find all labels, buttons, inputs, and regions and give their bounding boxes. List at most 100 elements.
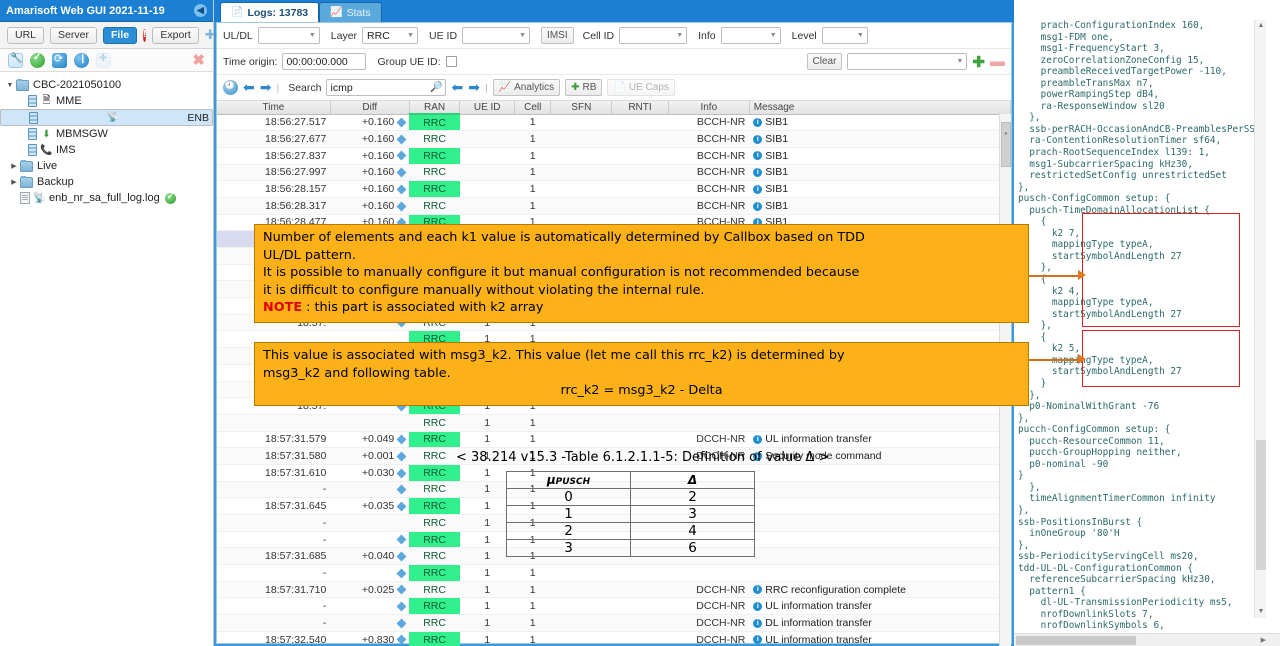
refresh-icon[interactable] [52,52,67,68]
table-row[interactable]: 18:56:27.517 +0.160 RRC 1 BCCH-NR i SIB1 [217,114,1011,132]
wrench-icon[interactable] [8,52,23,68]
table-row[interactable]: -RRC11DCCH-NRiDL information transfer [217,614,1011,632]
url-button[interactable]: URL [7,26,45,44]
search-prev-icon[interactable]: ⬅ [451,79,463,96]
scrollbar-thumb[interactable] [1001,122,1011,167]
col-message[interactable]: Message [749,101,1011,115]
config-tree: ▼ CBC-2021050100 🗎 MME 📡 ENB ⬇ MBMSGW 📞 … [0,72,213,206]
tab-logs-label: Logs: 13783 [247,6,309,19]
table-row[interactable]: - RRC 1 1 DCCH-NR i UL information transfer [217,597,1011,616]
direction-marker-icon [396,618,407,629]
search-input[interactable]: icmp 🔎 [326,79,447,96]
tab-stats[interactable]: 📈 Stats [319,2,382,22]
search-label: Search [288,81,322,94]
cell-message: iSIB1 [749,114,1011,132]
col-ueid[interactable]: UE ID [459,101,516,115]
tree-item-enb[interactable]: 📡 ENB [0,109,213,126]
code-horizontal-scrollbar[interactable]: ▶ [1014,633,1280,646]
table-row[interactable]: 18:57:31.579 +0.049 RRC 1 1 DCCH-NR i UL inform… [217,431,1011,449]
group-ueid-checkbox[interactable] [445,56,457,67]
arrow-right-icon[interactable]: ➡ [260,79,272,96]
tree-item-mme[interactable]: 🗎 MME [0,93,213,109]
error-badge-icon[interactable]: ! [143,28,147,42]
analytics-button[interactable]: 📈 Analytics [492,79,561,96]
spec-table-row: 24 [506,522,755,540]
plus-disabled-icon [96,52,111,68]
table-row[interactable]: 18:57:31.710 +0.025 RRC 1 1 DCCH-NR i RRC recon… [217,581,1011,599]
scroll-right-icon[interactable]: ▶ [1261,634,1266,646]
cellid-select[interactable]: ▼ [619,27,688,44]
uldl-select[interactable]: ▼ [257,27,320,44]
code-line: }, [1018,539,1030,551]
rb-button[interactable]: ✚ RB [565,79,603,96]
tree-item-label: Backup [37,176,74,188]
table-row[interactable]: RRC11 [217,414,1011,432]
code-line: prach-ConfigurationIndex 160, [1018,20,1205,31]
cell-time: - [217,597,331,616]
tree-item-cbc[interactable]: ▼ CBC-2021050100 [0,77,213,93]
ueid-select[interactable]: ▼ [462,27,531,44]
scroll-up-icon[interactable]: ▲ [1255,20,1267,32]
info-icon[interactable] [74,52,89,68]
spec-cell-mu: 1 [506,505,631,523]
note-prefix: NOTE [263,300,303,315]
col-rnti[interactable]: RNTI [611,101,669,115]
col-time[interactable]: Time [217,101,331,115]
cell-diff: +0.001 [330,447,410,465]
col-ran[interactable]: RAN [409,101,461,115]
col-sfn[interactable]: SFN [550,101,613,115]
chevron-down-icon[interactable]: ▼ [4,82,16,89]
col-info[interactable]: Info [668,101,750,115]
clock-icon[interactable] [223,80,238,95]
table-row[interactable]: 18:56:27.837 +0.160 RRC 1 BCCH-NR i SIB1 [217,147,1011,165]
filter-row-2: Time origin: 00:00:00.000 Group UE ID: C… [217,49,1011,75]
table-row[interactable]: 18:56:27.677 +0.160 RRC 1 BCCH-NR i SIB1 [217,130,1011,148]
cell-time: 18:57:31.579 [217,431,331,449]
cell-info: BCCH-NR [668,164,750,182]
code-scrollbar-thumb[interactable] [1256,440,1266,570]
tree-item-label: Live [37,160,58,172]
scroll-down-icon[interactable]: ▼ [1255,606,1267,618]
cell-diff: +0.830 [330,631,410,646]
preset-select[interactable]: ▼ [847,53,968,70]
file-button[interactable]: File [102,26,138,44]
code-line: powerRampingStep dB4, [1018,89,1160,101]
arrow-left-icon[interactable]: ⬅ [243,79,255,96]
check-icon[interactable] [30,52,45,68]
export-button[interactable]: Export [152,26,199,44]
code-hscrollbar-thumb[interactable] [1016,636,1136,645]
chevron-right-icon[interactable]: ▶ [8,162,20,170]
col-diff[interactable]: Diff [330,101,410,115]
cell-message: i UL information transfer [749,631,1011,646]
binoculars-icon[interactable]: 🔎 [430,82,442,93]
code-vertical-scrollbar[interactable]: ▲ ▼ [1254,20,1266,618]
table-row[interactable]: - RRC 1 1 [217,564,1011,582]
group-ueid-label: Group UE ID: [377,55,441,68]
col-cell[interactable]: Cell [514,101,552,115]
time-origin-input[interactable]: 00:00:00.000 [282,53,367,70]
tree-item-live[interactable]: ▶ Live [0,158,213,174]
direction-marker-icon [396,117,407,128]
tree-item-mbmsgw[interactable]: ⬇ MBMSGW [0,126,213,142]
collapse-sidebar-icon[interactable]: ◀ [194,4,207,17]
tab-logs[interactable]: 📄 Logs: 13783 [220,2,320,22]
tree-item-backup[interactable]: ▶ Backup [0,174,213,190]
remove-preset-icon[interactable]: ▬ [990,53,1005,70]
server-button[interactable]: Server [50,26,97,44]
table-row[interactable]: 18:56:28.157 +0.160 RRC 1 BCCH-NR i SIB1 [217,180,1011,198]
add-preset-icon[interactable]: ✚ [972,53,985,71]
tree-item-ims[interactable]: 📞 IMS [0,142,213,158]
table-row[interactable]: 18:56:27.997 +0.160 RRC 1 BCCH-NR i SIB1 [217,164,1011,182]
chevron-right-icon[interactable]: ▶ [8,178,20,186]
level-select[interactable]: ▼ [821,27,868,44]
table-row[interactable]: 18:56:28.317 +0.160 RRC 1 BCCH-NR i SIB1 [217,197,1011,215]
info-select[interactable]: ▼ [720,27,781,44]
table-row[interactable]: 18:57:32.540 +0.830 RRC 1 1 DCCH-NR i UL inform… [217,631,1011,646]
search-next-icon[interactable]: ➡ [468,79,480,96]
clear-button[interactable]: Clear [806,53,843,70]
tree-item-logfile[interactable]: 📡 enb_nr_sa_full_log.log [0,190,213,206]
layer-select[interactable]: RRC ▼ [362,27,419,44]
delete-icon[interactable]: ✖ [192,53,205,68]
sidebar-action-toolbar: ✖ [0,49,213,72]
imsi-button[interactable]: IMSI [541,27,574,44]
